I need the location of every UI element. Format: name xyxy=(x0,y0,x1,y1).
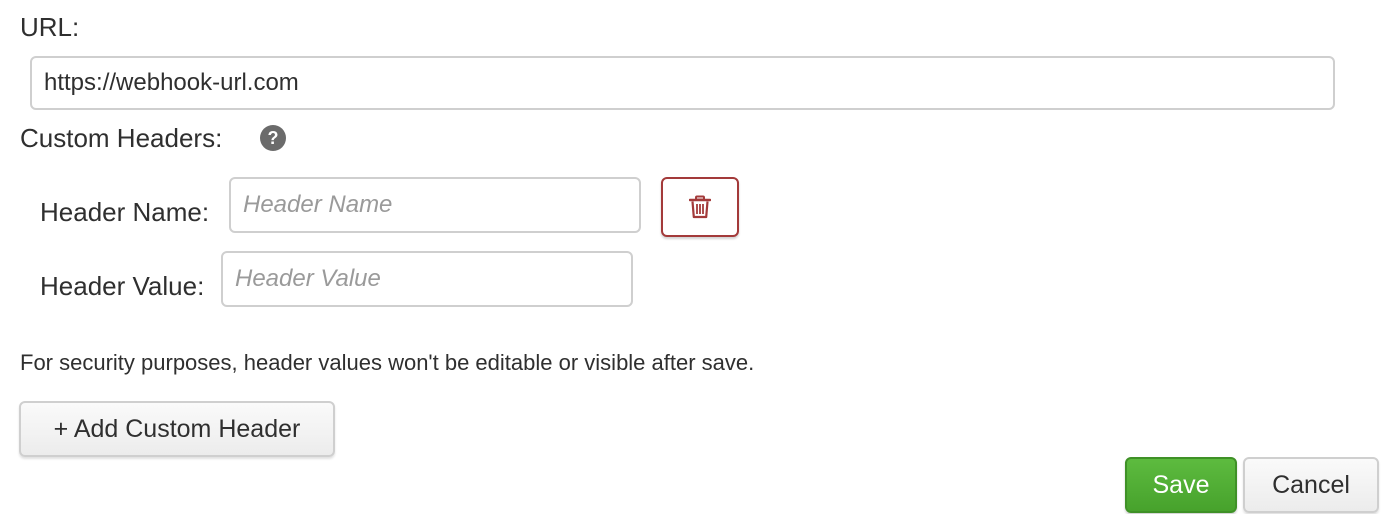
security-note: For security purposes, header values won… xyxy=(20,350,755,375)
delete-header-button[interactable] xyxy=(661,177,739,237)
cancel-button[interactable]: Cancel xyxy=(1243,457,1379,513)
custom-headers-label: Custom Headers: xyxy=(20,123,223,153)
save-button[interactable]: Save xyxy=(1125,457,1237,513)
header-value-label: Header Value: xyxy=(40,271,205,301)
header-name-label: Header Name: xyxy=(40,197,210,227)
url-input[interactable] xyxy=(30,56,1335,110)
webhook-form: URL: Custom Headers: ? Header Name: Head… xyxy=(0,0,1399,514)
url-label: URL: xyxy=(20,12,80,42)
add-custom-header-button[interactable]: + Add Custom Header xyxy=(19,401,335,457)
header-value-input[interactable] xyxy=(221,251,633,307)
header-name-input[interactable] xyxy=(229,177,641,233)
trash-icon xyxy=(689,195,711,219)
help-icon[interactable]: ? xyxy=(260,125,286,151)
